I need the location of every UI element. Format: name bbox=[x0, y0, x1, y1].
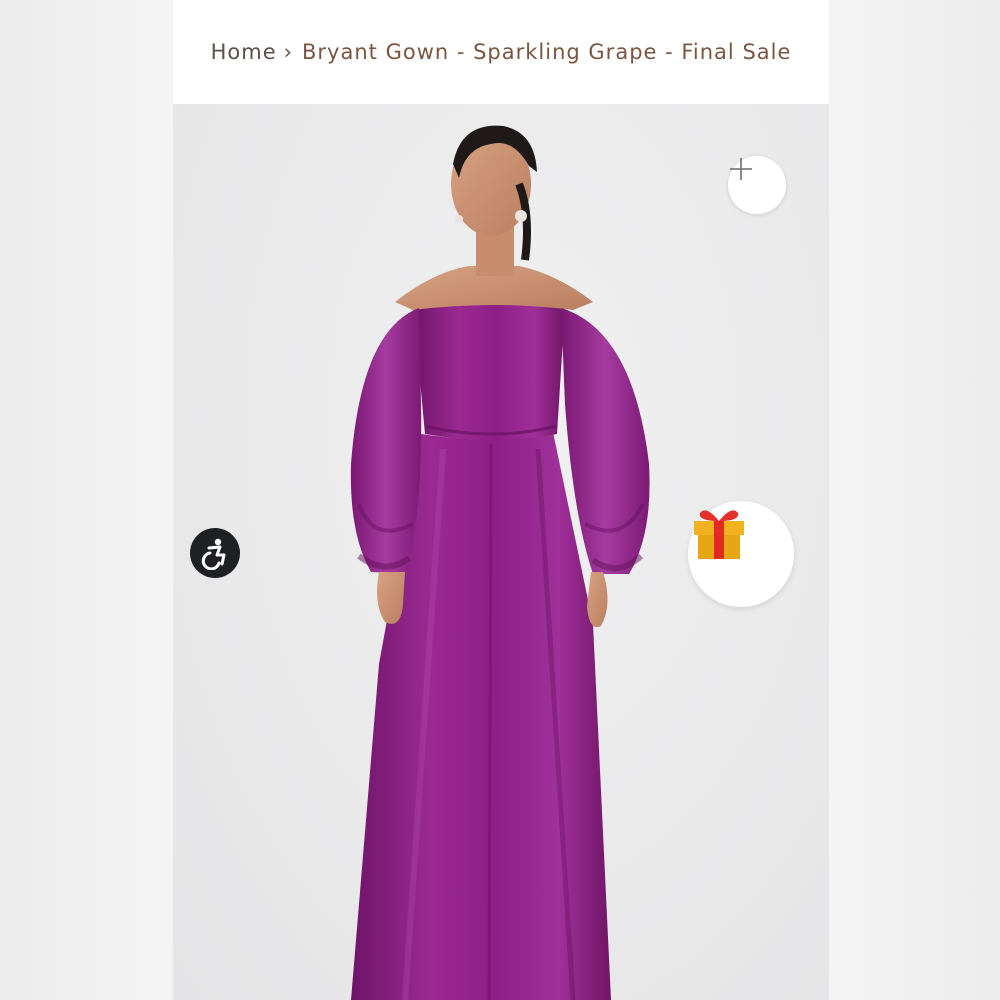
gift-button[interactable] bbox=[688, 501, 794, 607]
product-page: Home › Bryant Gown - Sparkling Grape - F… bbox=[173, 0, 829, 1000]
plus-icon bbox=[730, 158, 752, 180]
accessibility-icon bbox=[201, 538, 226, 570]
product-image[interactable] bbox=[173, 104, 829, 1000]
accessibility-button[interactable] bbox=[190, 528, 240, 578]
breadcrumb-current: Bryant Gown - Sparkling Grape - Final Sa… bbox=[302, 40, 792, 64]
zoom-button[interactable] bbox=[728, 156, 786, 214]
gift-icon bbox=[694, 510, 744, 559]
breadcrumb-home-link[interactable]: Home bbox=[211, 40, 277, 64]
breadcrumb-separator: › bbox=[283, 40, 294, 64]
breadcrumb: Home › Bryant Gown - Sparkling Grape - F… bbox=[173, 0, 829, 104]
